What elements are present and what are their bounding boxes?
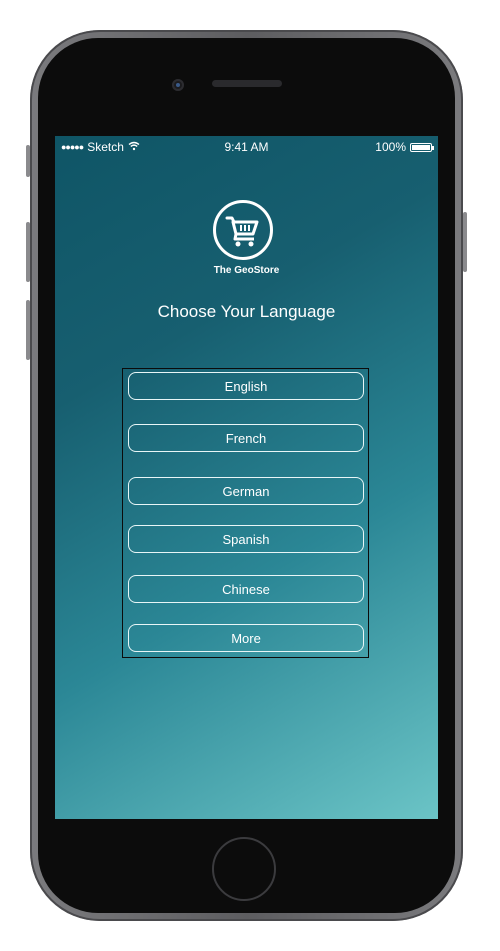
language-button-english[interactable]: English <box>128 372 364 400</box>
battery-percentage: 100% <box>375 140 406 154</box>
volume-up-button <box>26 222 30 282</box>
status-bar: ●●●●● Sketch 9:41 AM 100% <box>55 136 438 158</box>
language-button-german[interactable]: German <box>128 477 364 505</box>
volume-down-button <box>26 300 30 360</box>
earpiece-speaker <box>212 80 282 87</box>
language-list: English French German Spanish Chinese Mo… <box>122 368 369 658</box>
front-camera <box>172 79 184 91</box>
page-title: Choose Your Language <box>157 302 336 321</box>
status-battery-group: 100% <box>375 140 434 154</box>
language-button-spanish[interactable]: Spanish <box>128 525 364 553</box>
language-button-more[interactable]: More <box>128 624 364 652</box>
power-button <box>463 212 467 272</box>
silent-switch <box>26 145 30 177</box>
brand-name: The GeoStore <box>213 265 280 276</box>
battery-icon <box>410 142 434 152</box>
language-button-chinese[interactable]: Chinese <box>128 575 364 603</box>
home-button[interactable] <box>212 837 276 901</box>
app-screen: ●●●●● Sketch 9:41 AM 100% The GeoStore C… <box>55 136 438 819</box>
language-button-french[interactable]: French <box>128 424 364 452</box>
shopping-cart-icon <box>213 200 273 260</box>
